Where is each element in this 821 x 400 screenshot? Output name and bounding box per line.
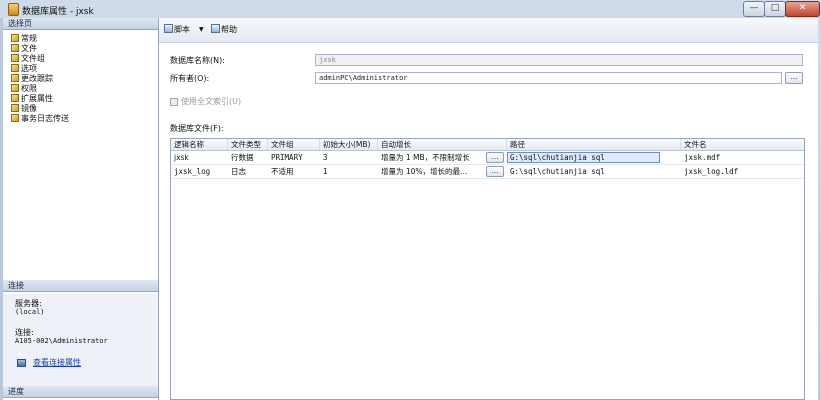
cell-file-type[interactable]: 日志 xyxy=(228,165,268,178)
nav-page-general[interactable]: 常规 xyxy=(11,34,37,44)
fulltext-checkbox[interactable] xyxy=(170,98,178,106)
dialog-window: 数据库属性 - jxsk — □ ✕ 选择页 常规 文件 文件组 选项 更改跟踪… xyxy=(0,0,821,400)
dialog-client: 选择页 常规 文件 文件组 选项 更改跟踪 权限 扩展属性 镜像 事务日志传送 … xyxy=(3,18,818,400)
col-path[interactable]: 路径 xyxy=(507,139,681,150)
cell-autogrowth: 增量为 1 MB，不限制增长 xyxy=(381,153,470,162)
page-icon xyxy=(11,84,19,92)
page-icon xyxy=(11,114,19,122)
toolbar: 脚本 ▼ 帮助 xyxy=(159,18,818,43)
database-icon xyxy=(8,3,19,16)
autogrowth-browse-button[interactable]: ... xyxy=(486,152,504,163)
help-button[interactable]: 帮助 xyxy=(211,24,237,36)
help-icon xyxy=(211,24,220,33)
nav-page-permissions[interactable]: 权限 xyxy=(11,84,37,94)
nav-page-mirroring[interactable]: 镜像 xyxy=(11,104,37,114)
server-value: (local) xyxy=(15,308,45,316)
select-page-header: 选择页 xyxy=(3,18,158,30)
col-initial-size[interactable]: 初始大小(MB) xyxy=(320,139,378,150)
database-files-label: 数据库文件(F): xyxy=(170,124,224,133)
page-icon xyxy=(11,74,19,82)
left-pane: 选择页 常规 文件 文件组 选项 更改跟踪 权限 扩展属性 镜像 事务日志传送 … xyxy=(3,18,159,400)
maximize-button[interactable]: □ xyxy=(764,1,786,17)
server-label: 服务器: xyxy=(15,299,42,308)
cell-file-name[interactable]: jxsk_log.ldf xyxy=(681,165,804,178)
connection-label: 连接: xyxy=(15,328,34,337)
minimize-button[interactable]: — xyxy=(743,1,765,17)
nav-page-options[interactable]: 选项 xyxy=(11,64,37,74)
nav-page-change-tracking[interactable]: 更改跟踪 xyxy=(11,74,53,84)
script-button[interactable]: 脚本 xyxy=(164,24,190,36)
connection-header: 连接 xyxy=(3,280,158,292)
page-icon xyxy=(11,104,19,112)
close-button[interactable]: ✕ xyxy=(785,1,820,17)
cell-autogrowth: 增量为 10%，增长的最... xyxy=(381,167,468,176)
fulltext-label: 使用全文索引(U) xyxy=(181,97,242,106)
cell-initial-size[interactable]: 1 xyxy=(320,165,378,178)
table-row[interactable]: jxsk_log 日志 不适用 1 增量为 10%，增长的最... ... G:… xyxy=(171,165,804,179)
connection-properties-icon xyxy=(17,359,26,367)
page-icon xyxy=(11,54,19,62)
autogrowth-browse-button[interactable]: ... xyxy=(486,166,504,177)
window-border xyxy=(0,18,3,400)
cell-file-type[interactable]: 行数据 xyxy=(228,151,268,164)
col-logical-name[interactable]: 逻辑名称 xyxy=(171,139,228,150)
nav-page-files[interactable]: 文件 xyxy=(11,44,37,54)
window-title: 数据库属性 - jxsk xyxy=(22,7,94,17)
right-pane: 脚本 ▼ 帮助 数据库名称(N): jxsk 所有者(O): adminPC\A… xyxy=(159,18,818,400)
table-row[interactable]: jxsk 行数据 PRIMARY 3 增量为 1 MB，不限制增长 ... G:… xyxy=(171,151,804,165)
grid-header: 逻辑名称 文件类型 文件组 初始大小(MB) 自动增长 路径 文件名 xyxy=(171,139,804,151)
cell-filegroup[interactable]: 不适用 xyxy=(268,165,320,178)
cell-file-name[interactable]: jxsk.mdf xyxy=(681,151,804,164)
cell-logical-name[interactable]: jxsk_log xyxy=(171,165,228,178)
page-icon xyxy=(11,34,19,42)
connection-value: A105-002\Administrator xyxy=(15,337,108,345)
script-icon xyxy=(164,24,173,33)
nav-page-extended-properties[interactable]: 扩展属性 xyxy=(11,94,53,104)
owner-field[interactable]: adminPC\Administrator xyxy=(315,72,782,84)
cell-initial-size[interactable]: 3 xyxy=(320,151,378,164)
page-icon xyxy=(11,44,19,52)
database-name-label: 数据库名称(N): xyxy=(170,56,225,65)
cell-logical-name[interactable]: jxsk xyxy=(171,151,228,164)
cell-path[interactable]: G:\sql\chutianjia sql xyxy=(507,165,660,178)
database-name-field[interactable]: jxsk xyxy=(315,54,803,66)
cell-filegroup[interactable]: PRIMARY xyxy=(268,151,320,164)
owner-label: 所有者(O): xyxy=(170,74,210,83)
progress-header: 进度 xyxy=(3,386,158,398)
col-filegroup[interactable]: 文件组 xyxy=(268,139,320,150)
nav-page-filegroups[interactable]: 文件组 xyxy=(11,54,45,64)
col-file-type[interactable]: 文件类型 xyxy=(228,139,268,150)
view-connection-properties-link[interactable]: 查看连接属性 xyxy=(33,358,81,367)
database-files-grid: 逻辑名称 文件类型 文件组 初始大小(MB) 自动增长 路径 文件名 jxsk … xyxy=(170,138,805,400)
col-autogrowth[interactable]: 自动增长 xyxy=(378,139,507,150)
cell-path[interactable]: G:\sql\chutianjia sql xyxy=(507,151,660,164)
script-dropdown-icon[interactable]: ▼ xyxy=(199,24,204,36)
title-bar[interactable]: 数据库属性 - jxsk — □ ✕ xyxy=(0,0,821,18)
nav-page-log-shipping[interactable]: 事务日志传送 xyxy=(11,114,69,124)
owner-browse-button[interactable]: ... xyxy=(785,72,803,84)
col-file-name[interactable]: 文件名 xyxy=(681,139,804,150)
page-icon xyxy=(11,64,19,72)
page-icon xyxy=(11,94,19,102)
